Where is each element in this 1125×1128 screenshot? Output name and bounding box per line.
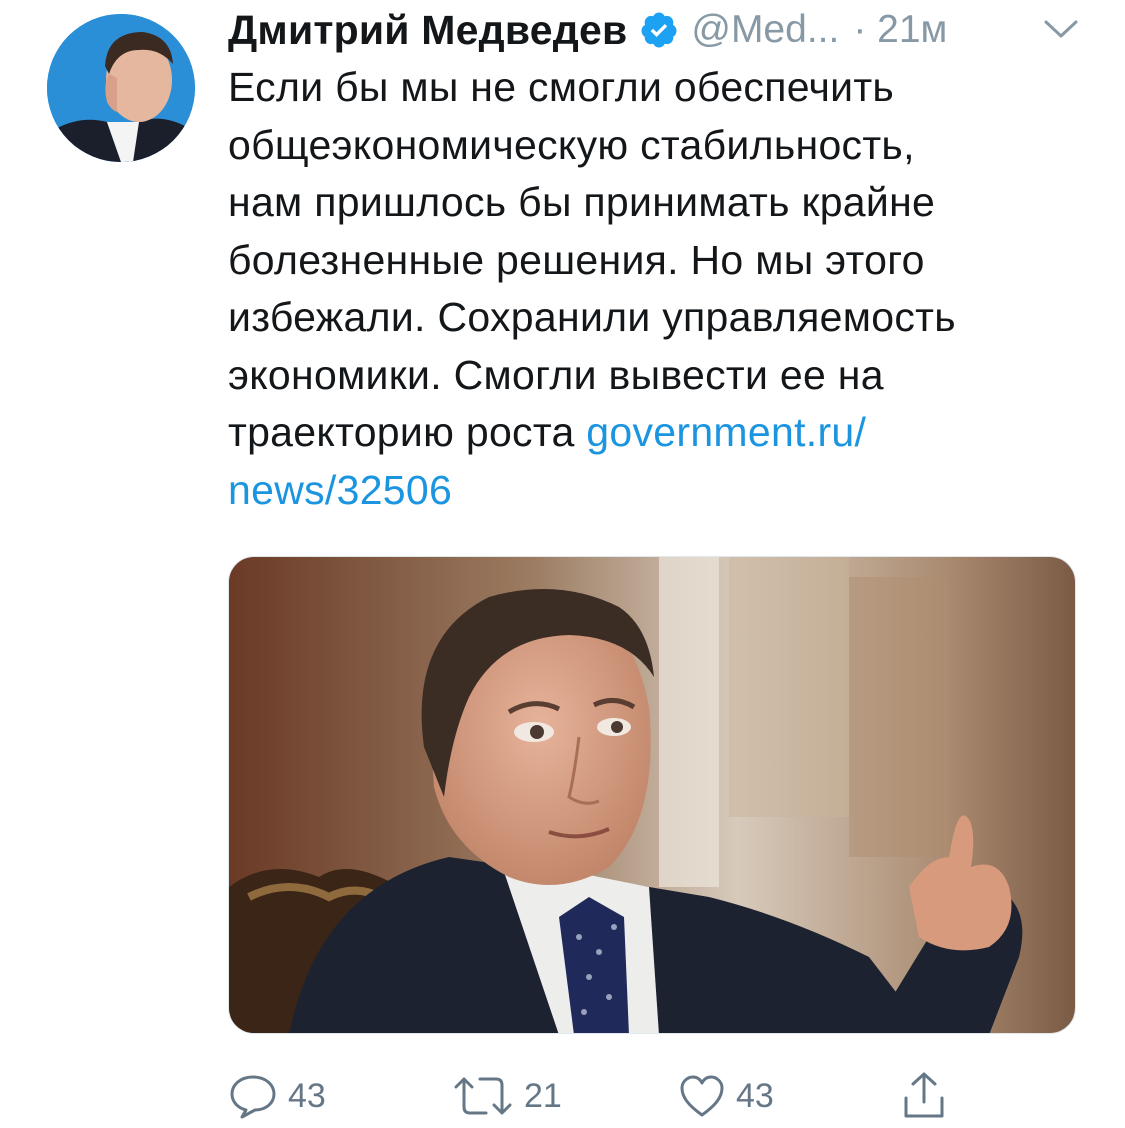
like-button[interactable]: 43 xyxy=(678,1066,774,1126)
retweet-icon xyxy=(454,1077,512,1115)
reply-button[interactable]: 43 xyxy=(228,1066,326,1126)
tweet-text-line: траекторию роста xyxy=(228,409,587,455)
tweet-text-line: экономики. Смогли вывести ее на xyxy=(228,351,884,398)
reply-icon xyxy=(230,1075,276,1119)
heart-icon xyxy=(680,1075,724,1117)
avatar[interactable] xyxy=(47,14,195,162)
separator-dot: · xyxy=(853,8,867,51)
avatar-image xyxy=(47,14,195,162)
handle[interactable]: @Med... xyxy=(691,8,839,52)
tweet-media-photo[interactable] xyxy=(228,556,1076,1034)
tweet-link-continued[interactable]: news/32506 xyxy=(228,467,452,513)
tweet-text-line: нам пришлось бы принимать крайне xyxy=(228,179,936,225)
tweet-actions: 43 21 43 xyxy=(228,1066,1076,1126)
tweet-header: Дмитрий Медведев @Med... · 21м xyxy=(228,0,1088,60)
share-icon xyxy=(904,1072,944,1118)
tweet-text-line: Если бы мы не смогли обеспечить xyxy=(228,64,895,110)
tweet-text-line: болезненные решения. Но мы этого xyxy=(228,236,925,283)
tweet-text: Если бы мы не смогли обеспечить общеэкон… xyxy=(228,59,1098,519)
tweet-text-line: избежали. Сохранили управляемость xyxy=(228,294,956,340)
like-count: 43 xyxy=(736,1076,774,1115)
retweet-count: 21 xyxy=(524,1076,562,1115)
tweet-text-line-last: траекторию роста government.ru/ xyxy=(228,404,1098,462)
verified-badge-icon xyxy=(641,12,677,48)
share-button[interactable] xyxy=(900,1066,948,1126)
display-name[interactable]: Дмитрий Медведев xyxy=(228,7,627,54)
time-label: 21м xyxy=(877,8,948,51)
timestamp[interactable]: · 21м xyxy=(853,8,947,52)
retweet-button[interactable]: 21 xyxy=(452,1066,562,1126)
tweet-text-line: общеэкономическую стабильность, xyxy=(228,121,915,168)
photo-image xyxy=(229,557,1075,1033)
reply-count: 43 xyxy=(288,1076,326,1115)
tweet-link[interactable]: government.ru/ xyxy=(586,409,866,455)
chevron-down-icon[interactable] xyxy=(1042,16,1080,44)
